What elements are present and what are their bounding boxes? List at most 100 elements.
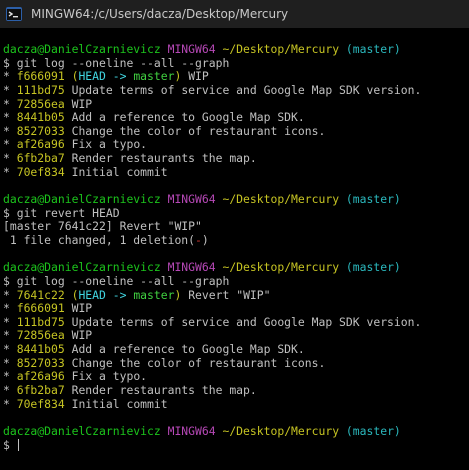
commit-message: Add a reference to Google Map SDK. [71, 342, 305, 357]
prompt-branch: (master) [345, 423, 401, 438]
log-entry: * 111bd75 Update terms of service and Go… [3, 82, 469, 98]
graph-node: * [3, 314, 17, 329]
terminal-output[interactable]: dacza@DanielCzarnievicz MINGW64 ~/Deskto… [3, 42, 469, 453]
command-line: $ git revert HEAD [3, 205, 469, 221]
input-line[interactable]: $ [3, 437, 469, 453]
commit-hash: 8527033 [16, 123, 65, 138]
graph-node: * [3, 328, 17, 343]
prompt-user: dacza@DanielCzarnievicz [3, 423, 161, 438]
prompt-line: dacza@DanielCzarnievicz MINGW64 ~/Deskto… [3, 192, 469, 207]
commit-message: Fix a typo. [71, 369, 148, 384]
commit-message: Update terms of service and Google Map S… [71, 82, 422, 97]
graph-node: * [3, 69, 17, 84]
mingw-terminal-icon [6, 7, 22, 21]
commit-hash: 70ef834 [16, 164, 65, 179]
graph-node: * [3, 82, 17, 97]
commit-message: WIP [71, 96, 93, 111]
commit-hash: f666091 [16, 69, 65, 84]
graph-node: * [3, 342, 17, 357]
log-entry: * 8441b05 Add a reference to Google Map … [3, 110, 469, 125]
commit-message: Render restaurants the map. [71, 383, 257, 398]
command-text: $ git revert HEAD [3, 205, 120, 220]
terminal-window: MINGW64:/c/Users/dacza/Desktop/Mercury d… [0, 0, 469, 470]
branch-ref: master [133, 69, 175, 84]
log-entry: * 8527033 Change the color of restaurant… [3, 123, 469, 139]
commit-hash: 111bd75 [16, 314, 65, 329]
commit-message: Revert "WIP" [188, 287, 271, 302]
prompt-branch: (master) [345, 42, 401, 56]
branch-ref: master [133, 287, 175, 302]
commit-hash: 6fb2ba7 [16, 151, 65, 166]
graph-node: * [3, 137, 17, 152]
commit-message: WIP [188, 69, 209, 84]
prompt-line: dacza@DanielCzarnievicz MINGW64 ~/Deskto… [3, 260, 469, 275]
prompt-path: ~/Desktop/Mercury [222, 260, 340, 275]
commit-message: WIP [71, 301, 93, 316]
prompt-line: dacza@DanielCzarnievicz MINGW64 ~/Deskto… [3, 42, 469, 57]
commit-hash: 8441b05 [16, 110, 65, 125]
commit-message: Add a reference to Google Map SDK. [71, 110, 305, 125]
prompt-path: ~/Desktop/Mercury [222, 192, 340, 207]
graph-node: * [3, 123, 17, 138]
log-entry: * f666091 (HEAD -> master) WIP [3, 69, 469, 84]
head-ref: HEAD -> [78, 69, 134, 84]
prompt-path: ~/Desktop/Mercury [222, 42, 340, 56]
revert-result: [master 7641c22] Revert "WIP" [3, 220, 469, 234]
command-line: $ git log --oneline --all --graph [3, 55, 469, 71]
revert-stats-text: 1 file changed, 1 deletion [3, 232, 189, 247]
commit-message: Fix a typo. [71, 137, 148, 152]
prompt-user: dacza@DanielCzarnievicz [3, 42, 161, 56]
log-entry: * af26a96 Fix a typo. [3, 370, 469, 384]
text-cursor[interactable] [17, 438, 19, 451]
commit-hash: 72856ea [16, 328, 65, 343]
graph-node: * [3, 355, 17, 370]
prompt-path: ~/Desktop/Mercury [222, 423, 340, 438]
head-ref: HEAD -> [78, 287, 134, 302]
revert-stats: 1 file changed, 1 deletion(-) [3, 232, 209, 247]
prompt-system: MINGW64 [167, 192, 216, 207]
log-entry: * af26a96 Fix a typo. [3, 138, 469, 152]
commit-hash: 111bd75 [16, 82, 65, 97]
prompt-system: MINGW64 [167, 260, 216, 275]
prompt-user: dacza@DanielCzarnievicz [3, 192, 161, 207]
log-entry: * 8441b05 Add a reference to Google Map … [3, 342, 469, 357]
log-entry: * 8527033 Change the color of restaurant… [3, 355, 469, 371]
graph-node: * [3, 287, 17, 302]
commit-message: WIP [71, 328, 93, 343]
title-bar[interactable]: MINGW64:/c/Users/dacza/Desktop/Mercury [0, 0, 469, 28]
commit-hash: 7641c22 [16, 287, 65, 302]
ref-paren-close: ) [174, 69, 182, 84]
commit-hash: 72856ea [16, 96, 65, 111]
commit-hash: 8527033 [16, 355, 65, 370]
graph-node: * [3, 301, 17, 316]
command-text: $ git log --oneline --all --graph [3, 55, 230, 70]
prompt-branch: (master) [345, 260, 401, 275]
log-entry: * 72856ea WIP [3, 329, 469, 343]
commit-hash: af26a96 [16, 137, 65, 152]
commit-message: Initial commit [71, 396, 168, 411]
log-entry: * 70ef834 Initial commit [3, 396, 469, 412]
commit-message: Change the color of restaurant icons. [71, 123, 326, 138]
log-entry: * 6fb2ba7 Render restaurants the map. [3, 151, 469, 166]
prompt-user: dacza@DanielCzarnievicz [3, 260, 161, 275]
prompt-system: MINGW64 [167, 423, 216, 438]
commit-hash: f666091 [16, 301, 65, 316]
commit-hash: 8441b05 [16, 342, 65, 357]
commit-message: Initial commit [71, 164, 168, 179]
graph-node: * [3, 164, 17, 179]
prompt-symbol: $ [3, 437, 17, 452]
log-entry: * 70ef834 Initial commit [3, 164, 469, 180]
log-entry: * 72856ea WIP [3, 96, 469, 112]
graph-node: * [3, 110, 17, 125]
log-entry: * 7641c22 (HEAD -> master) Revert "WIP" [3, 287, 469, 303]
log-entry: * f666091 WIP [3, 301, 469, 316]
graph-node: * [3, 383, 17, 398]
deletion-marker: - [195, 232, 202, 247]
commit-hash: af26a96 [16, 369, 65, 384]
window-title: MINGW64:/c/Users/dacza/Desktop/Mercury [31, 7, 289, 21]
commit-message: Update terms of service and Google Map S… [71, 314, 422, 329]
graph-node: * [3, 396, 17, 411]
